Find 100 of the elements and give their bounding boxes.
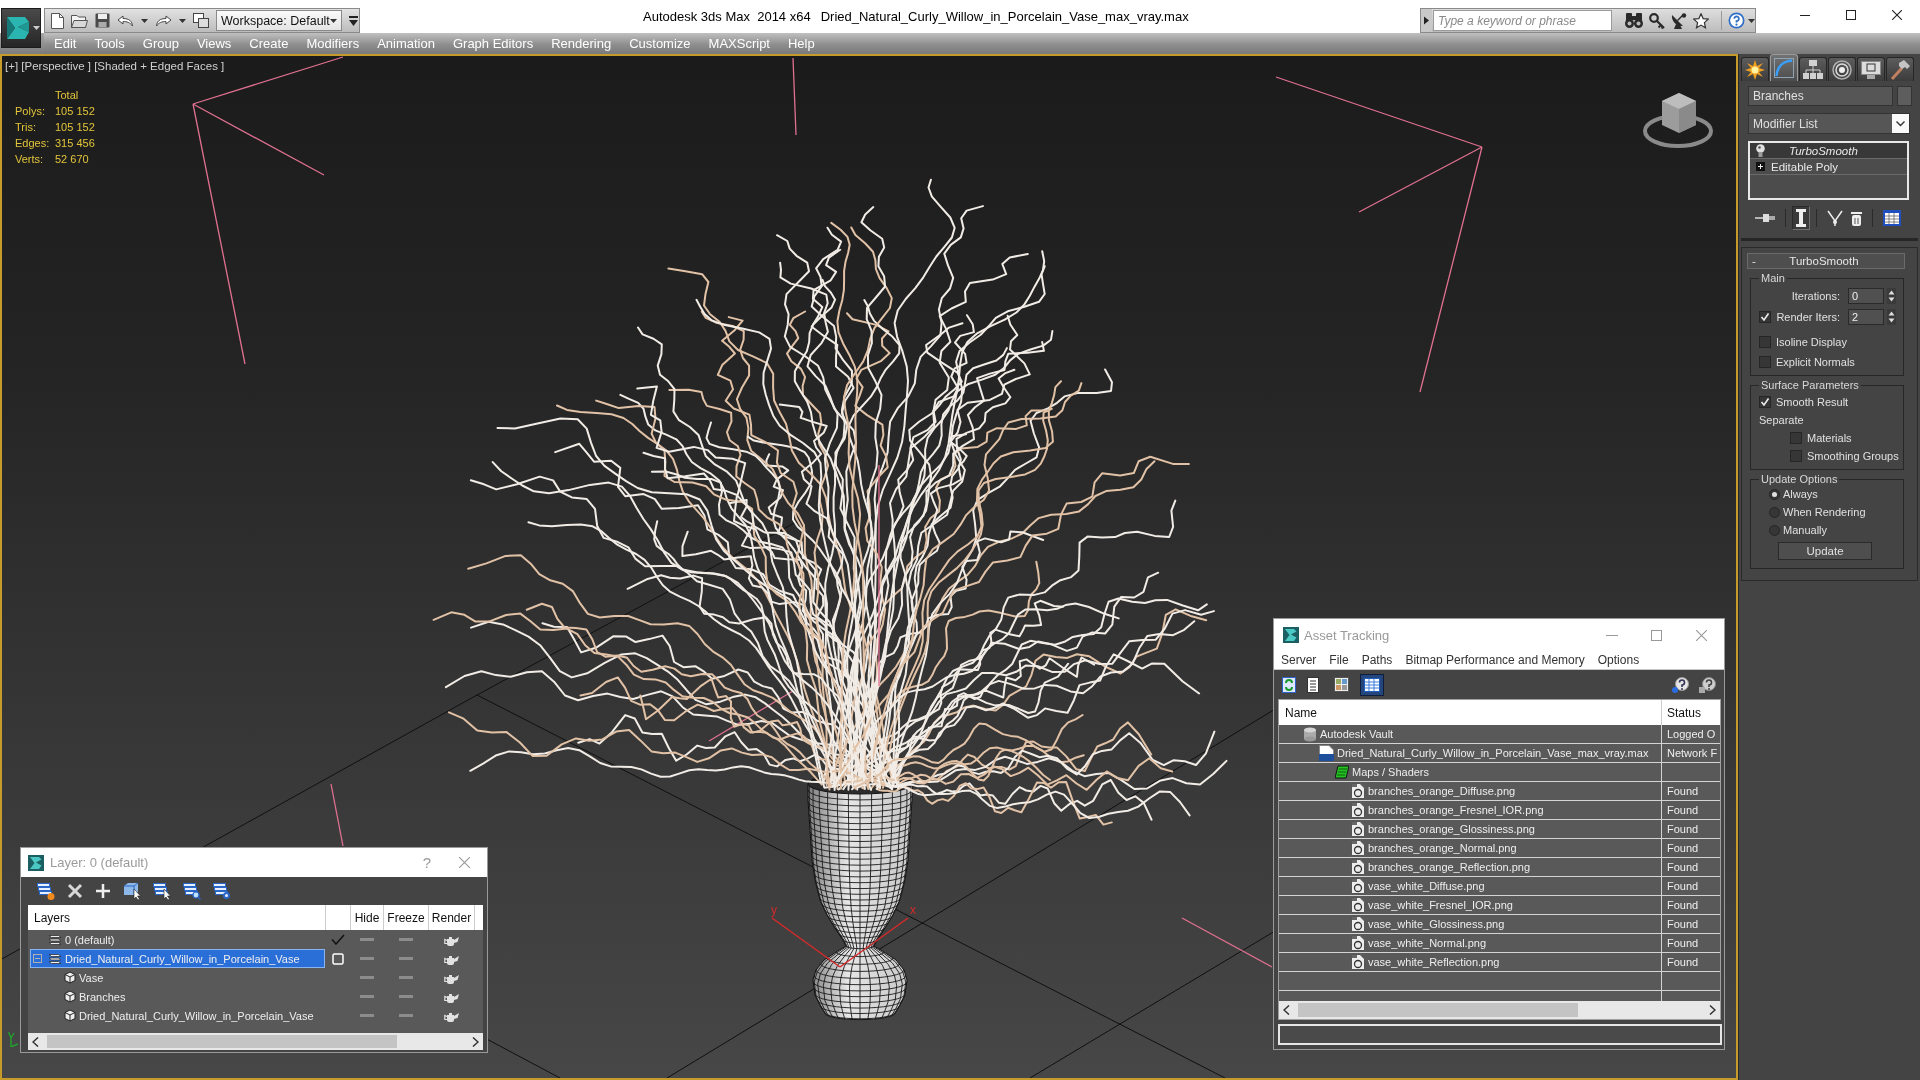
panel-tab[interactable] (1799, 57, 1827, 81)
layers-magnifier-icon[interactable] (183, 882, 201, 900)
menu-item[interactable]: MAXScript (699, 36, 779, 51)
panel-tab[interactable] (1741, 57, 1769, 81)
asset-item[interactable]: branches_orange_Reflection.png (1351, 859, 1531, 875)
menu-item[interactable]: Paths (1361, 653, 1393, 667)
dropdown-menu-icon[interactable] (349, 15, 358, 26)
checkbox[interactable] (1759, 336, 1771, 348)
rollout-header[interactable]: - TurboSmooth (1747, 253, 1905, 269)
workspace-dropdown[interactable]: Workspace: Default (216, 10, 342, 31)
caret-icon[interactable] (179, 18, 186, 23)
path-field[interactable] (1278, 1024, 1722, 1045)
tool-button[interactable] (1792, 206, 1810, 230)
menu-item[interactable]: Graph Editors (443, 36, 543, 51)
number-field[interactable]: 2 (1848, 309, 1884, 325)
column-header[interactable]: Render (428, 905, 474, 930)
layer-item[interactable]: Vase (30, 968, 325, 987)
view-mode-button[interactable] (1360, 673, 1384, 696)
menu-item[interactable]: Views (187, 36, 241, 51)
number-field[interactable]: 0 (1848, 288, 1884, 304)
asset-item[interactable]: vase_white_Reflection.png (1351, 954, 1500, 970)
save-icon[interactable] (95, 13, 110, 28)
redo-icon[interactable] (155, 14, 172, 27)
checkbox[interactable] (1790, 432, 1802, 444)
satellite-dish-icon[interactable] (1671, 12, 1687, 29)
close-icon[interactable] (1892, 10, 1902, 20)
radio-button[interactable] (1769, 488, 1780, 500)
color-swatch-icon[interactable] (1897, 86, 1912, 106)
cube-cursor-icon[interactable] (123, 882, 141, 900)
column-header[interactable]: Layers (28, 905, 325, 930)
panel-tab[interactable] (1886, 57, 1914, 81)
asset-item[interactable]: Autodesk Vault (1303, 726, 1394, 742)
column-header[interactable]: Name (1279, 700, 1661, 725)
modifier-list-dropdown[interactable]: Modifier List (1748, 113, 1910, 134)
asset-item[interactable]: branches_orange_Normal.png (1351, 840, 1517, 856)
column-header[interactable]: Status (1661, 700, 1720, 725)
menu-item[interactable]: File (1329, 653, 1349, 667)
menu-item[interactable]: Rendering (542, 36, 621, 51)
radio-button[interactable] (1769, 506, 1780, 518)
checkbox[interactable] (1759, 311, 1771, 323)
asset-item[interactable]: branches_orange_Glossiness.png (1351, 821, 1535, 837)
menu-item[interactable]: Server (1281, 653, 1317, 667)
lightbulb-icon[interactable] (1756, 144, 1765, 157)
object-name-field[interactable]: Branches (1748, 86, 1893, 106)
new-file-icon[interactable] (51, 12, 64, 29)
maximize-icon[interactable] (1846, 10, 1856, 20)
scroll-right-icon[interactable] (1709, 1005, 1716, 1015)
update-button[interactable]: Update (1778, 542, 1872, 560)
minimize-icon[interactable] (1800, 14, 1810, 16)
expand-icon[interactable] (1756, 162, 1765, 171)
asset-item[interactable]: vase_white_Diffuse.png (1351, 878, 1485, 894)
square-icon[interactable] (331, 952, 344, 965)
caret-icon[interactable] (1748, 18, 1755, 23)
menu-item[interactable]: Create (240, 36, 298, 51)
asset-item[interactable]: branches_orange_Fresnel_IOR.png (1351, 802, 1544, 818)
gizmo-axis[interactable] (839, 917, 909, 968)
stack-item[interactable]: TurboSmooth (1750, 143, 1907, 159)
layers-gear-icon[interactable] (213, 882, 231, 900)
panel-tab[interactable] (1857, 57, 1885, 81)
asset-item[interactable]: Maps / Shaders (1335, 765, 1430, 779)
menu-item[interactable]: Options (1597, 653, 1640, 667)
asset-item[interactable]: vase_white_Normal.png (1351, 935, 1486, 951)
layer-item[interactable]: Dried_Natural_Curly_Willow_in_Porcelain_Vase (30, 949, 325, 968)
asset-item[interactable]: Dried_Natural_Curly_Willow_in_Porcelain_Vase_max_vray.max (1319, 745, 1649, 761)
menu-item[interactable]: Customize (620, 36, 700, 51)
asset-item[interactable]: vase_white_Glossiness.png (1351, 916, 1505, 932)
windows-icon[interactable] (193, 13, 209, 28)
viewport-label[interactable]: [+] [Perspective ] [Shaded + Edged Faces ] (5, 59, 225, 73)
layers-cursor-icon[interactable] (153, 882, 171, 900)
refresh-icon[interactable] (1282, 676, 1296, 693)
stack-item[interactable]: Editable Poly (1750, 159, 1907, 175)
help-icon[interactable] (1699, 676, 1716, 693)
caret-icon[interactable] (141, 18, 148, 23)
search-field[interactable]: Type a keyword or phrase (1433, 10, 1612, 31)
asset-item[interactable]: vase_white_Fresnel_IOR.png (1351, 897, 1513, 913)
spinner-arrows-icon[interactable] (1887, 288, 1896, 304)
layer-item[interactable]: Dried_Natural_Curly_Willow_in_Porcelain_Vase (30, 1006, 325, 1025)
menu-item[interactable]: Animation (368, 36, 444, 51)
radio-button[interactable] (1769, 524, 1780, 536)
column-header[interactable]: Freeze (383, 905, 428, 930)
help-icon[interactable] (1728, 12, 1745, 29)
asset-item[interactable]: branches_orange_Diffuse.png (1351, 783, 1516, 799)
layer-item[interactable]: 0 (default) (30, 930, 325, 949)
gizmo-axis[interactable] (771, 917, 841, 968)
delete-icon[interactable] (67, 883, 83, 899)
check-icon[interactable] (330, 934, 345, 945)
star-icon[interactable] (1693, 12, 1709, 29)
menu-item[interactable]: Group (133, 36, 188, 51)
panel-tab[interactable] (1828, 57, 1856, 81)
checkbox[interactable] (1759, 396, 1771, 408)
plus-icon[interactable] (95, 883, 111, 899)
horizontal-scrollbar[interactable] (28, 1033, 483, 1050)
scroll-left-icon[interactable] (32, 1036, 39, 1047)
layer-item[interactable]: Branches (30, 987, 325, 1006)
column-header[interactable]: Hide (350, 905, 383, 930)
checkbox[interactable] (1790, 450, 1802, 462)
undo-icon[interactable] (117, 14, 134, 27)
menu-item[interactable]: Bitmap Performance and Memory (1405, 653, 1585, 667)
key-icon[interactable] (1649, 12, 1665, 29)
spinner-arrows-icon[interactable] (1887, 309, 1896, 325)
